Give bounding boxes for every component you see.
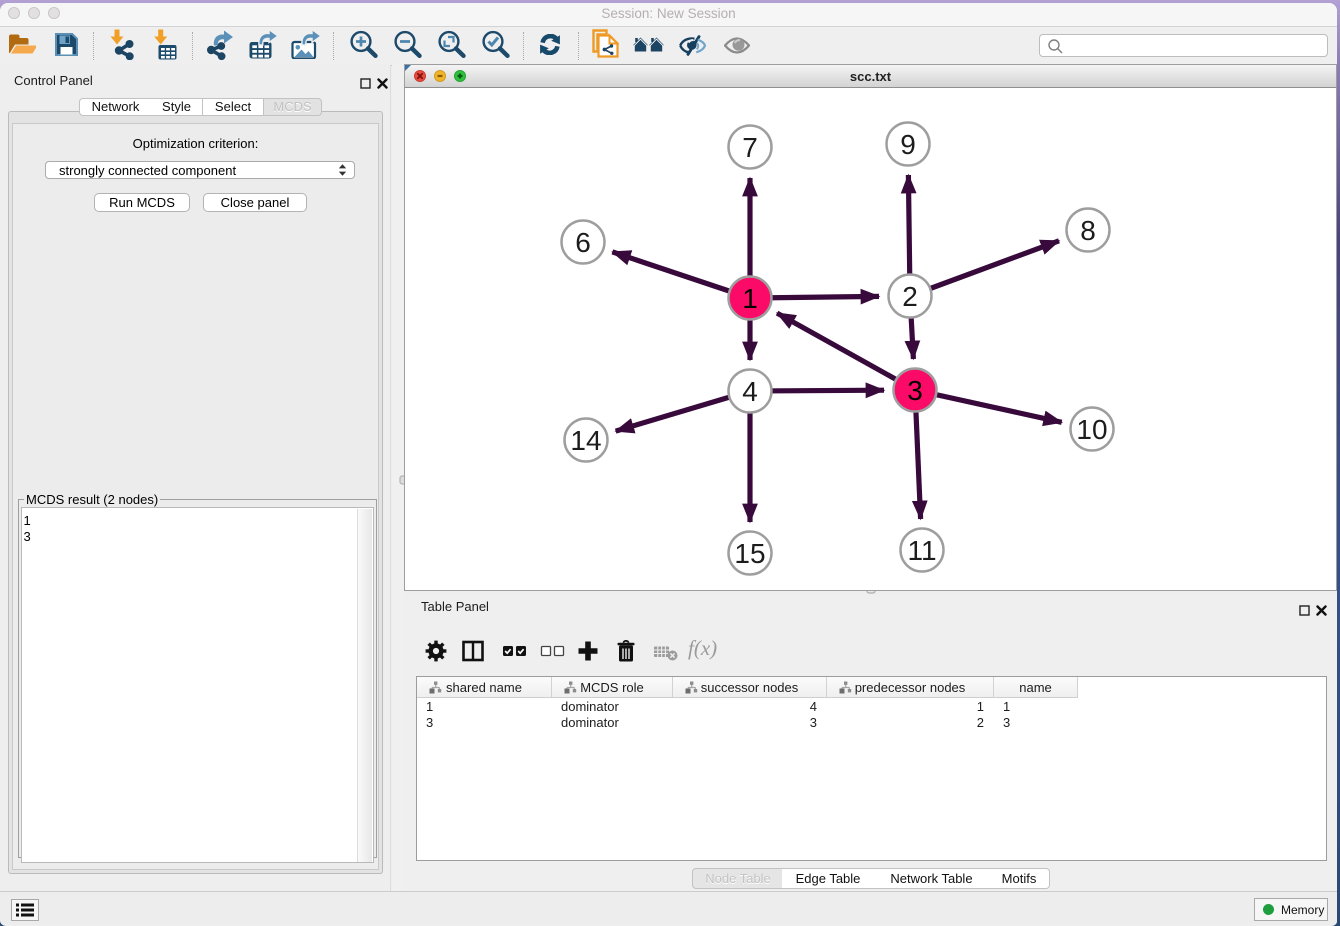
svg-text:9: 9 bbox=[900, 129, 916, 160]
svg-text:4: 4 bbox=[742, 376, 758, 407]
svg-text:3: 3 bbox=[907, 375, 923, 406]
svg-text:6: 6 bbox=[575, 227, 591, 258]
svg-text:1: 1 bbox=[742, 283, 758, 314]
svg-text:10: 10 bbox=[1076, 414, 1107, 445]
svg-text:14: 14 bbox=[570, 425, 601, 456]
svg-text:7: 7 bbox=[742, 132, 758, 163]
svg-text:11: 11 bbox=[907, 535, 936, 566]
svg-text:2: 2 bbox=[902, 281, 918, 312]
svg-text:15: 15 bbox=[734, 538, 765, 569]
svg-text:8: 8 bbox=[1080, 215, 1096, 246]
